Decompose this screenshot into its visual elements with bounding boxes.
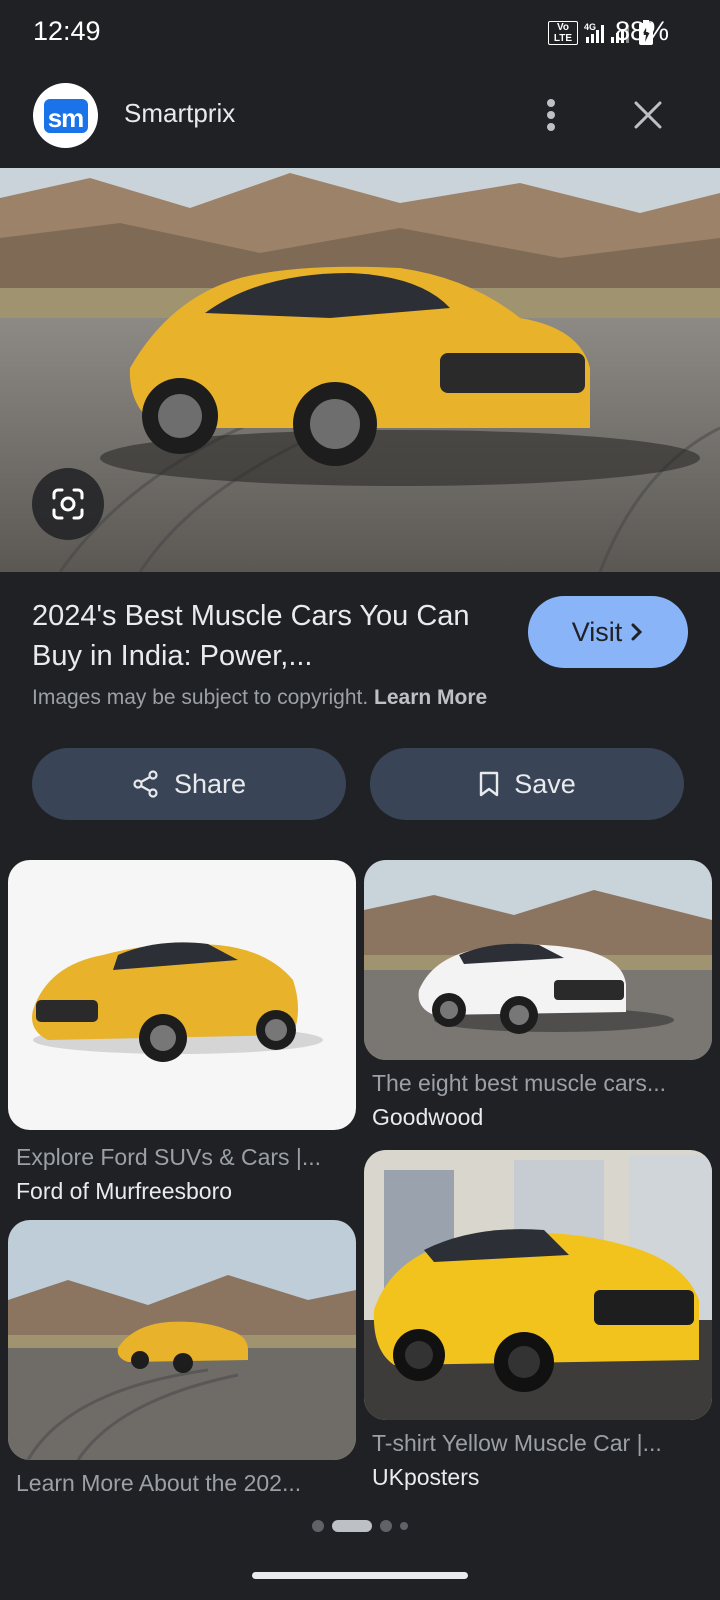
related-card-learn-more[interactable]: Learn More About the 202... (8, 1220, 356, 1500)
status-bar: 12:49 Vo LTE 4G 88% (0, 0, 720, 66)
related-title: The eight best muscle cars... (372, 1070, 667, 1096)
related-thumb[interactable] (364, 860, 712, 1060)
more-options-button[interactable] (528, 92, 574, 138)
battery-percent: 88% (614, 16, 669, 46)
related-title: T-shirt Yellow Muscle Car |... (372, 1430, 662, 1456)
close-button[interactable] (625, 92, 671, 138)
carousel-dot[interactable] (380, 1520, 392, 1532)
more-vert-icon (547, 99, 555, 131)
site-logo-mark: sm (43, 98, 88, 133)
screen: 12:49 Vo LTE 4G 88% sm Smartprix 2024's … (0, 0, 720, 1600)
save-button[interactable]: Save (370, 748, 684, 820)
carousel-dot-active[interactable] (332, 1520, 372, 1532)
chevron-right-icon (631, 623, 643, 641)
related-source: UKposters (372, 1464, 480, 1490)
related-thumb[interactable] (364, 1150, 712, 1420)
learn-more-link[interactable]: Learn More (374, 686, 487, 709)
save-label: Save (514, 768, 576, 799)
related-card-ford[interactable]: Explore Ford SUVs & Cars |... Ford of Mu… (8, 860, 356, 1204)
carousel-dots (0, 1518, 720, 1534)
site-logo[interactable]: sm (33, 83, 98, 148)
volte-icon: Vo LTE (548, 21, 578, 45)
hero-image[interactable] (0, 168, 720, 572)
related-title: Explore Ford SUVs & Cars |... (16, 1144, 322, 1170)
related-card-ukposters[interactable]: T-shirt Yellow Muscle Car |... UKposters (364, 1150, 712, 1490)
yellow-mustang-studio-photo (32, 942, 323, 1062)
site-name[interactable]: Smartprix (124, 98, 235, 129)
google-lens-button[interactable] (32, 468, 104, 540)
share-label: Share (173, 768, 247, 799)
related-thumb[interactable] (8, 1220, 356, 1460)
share-button[interactable]: Share (32, 748, 346, 820)
copyright-notice: Images may be subject to copyright. Lear… (32, 686, 487, 710)
carousel-dot[interactable] (312, 1520, 324, 1532)
bookmark-icon (480, 771, 499, 797)
svg-text:4G: 4G (584, 22, 596, 32)
viewer-header: sm Smartprix (0, 80, 720, 150)
carousel-dot[interactable] (400, 1522, 408, 1530)
related-thumb[interactable] (8, 860, 356, 1130)
related-card-goodwood[interactable]: The eight best muscle cars... Goodwood (364, 860, 712, 1130)
copyright-text: Images may be subject to copyright. (32, 686, 369, 709)
lens-icon (52, 488, 84, 520)
status-time: 12:49 (33, 16, 101, 46)
related-title: Learn More About the 202... (16, 1470, 302, 1496)
white-mustang-photo (364, 860, 712, 1060)
image-title[interactable]: 2024's Best Muscle Cars You Can Buy in I… (32, 596, 502, 676)
close-icon (634, 101, 662, 129)
yellow-muscle-car-photo (0, 168, 720, 572)
yellow-mustang-garage-photo (364, 1150, 712, 1420)
visit-button[interactable]: Visit (528, 596, 688, 668)
visit-label: Visit (571, 616, 623, 647)
related-source: Ford of Murfreesboro (16, 1178, 233, 1204)
related-source: Goodwood (372, 1104, 484, 1130)
yellow-mustang-track-photo (8, 1220, 356, 1460)
home-indicator[interactable] (252, 1572, 468, 1579)
share-icon (133, 770, 158, 798)
